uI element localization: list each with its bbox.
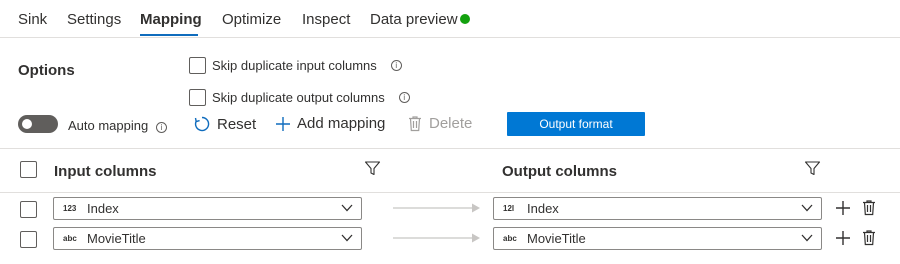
output-column-dropdown[interactable]: 12l Index [493, 197, 822, 220]
output-column-value: MovieTitle [527, 231, 586, 246]
divider [0, 192, 900, 193]
chevron-down-icon [341, 204, 353, 212]
skip-duplicate-output-label: Skip duplicate output columns [212, 90, 385, 105]
info-icon[interactable]: i [398, 92, 410, 103]
skip-duplicate-input-checkbox[interactable] [189, 57, 206, 74]
tab-mapping[interactable]: Mapping [140, 11, 202, 28]
options-title: Options [18, 62, 75, 79]
skip-duplicate-input-option[interactable]: Skip duplicate input columns i [189, 57, 402, 74]
mapping-arrow-icon [393, 233, 480, 243]
active-tab-indicator [140, 34, 198, 36]
row-checkbox[interactable] [20, 231, 37, 248]
input-columns-header: Input columns [54, 163, 157, 180]
plus-icon[interactable] [835, 230, 851, 246]
chevron-down-icon [341, 234, 353, 242]
output-column-dropdown[interactable]: abc MovieTitle [493, 227, 822, 250]
skip-duplicate-output-checkbox[interactable] [189, 89, 206, 106]
type-icon: 12l [503, 204, 515, 213]
auto-mapping-label: Auto mapping [68, 118, 149, 133]
type-icon: 123 [63, 204, 77, 213]
input-column-value: MovieTitle [87, 231, 146, 246]
tab-bar: Sink Settings Mapping Optimize Inspect D… [0, 0, 900, 38]
reset-label: Reset [217, 115, 257, 133]
tab-settings[interactable]: Settings [67, 11, 121, 28]
skip-duplicate-input-label: Skip duplicate input columns [212, 58, 377, 73]
tab-optimize[interactable]: Optimize [222, 11, 281, 28]
delete-button[interactable]: Delete [407, 115, 472, 132]
type-icon: abc [63, 234, 77, 243]
plus-icon[interactable] [835, 200, 851, 216]
status-dot-icon [460, 14, 470, 24]
input-column-value: Index [87, 201, 119, 216]
output-columns-header: Output columns [502, 163, 617, 180]
delete-label: Delete [429, 115, 473, 132]
tab-data-preview[interactable]: Data preview [370, 11, 458, 28]
output-format-button[interactable]: Output format [507, 112, 645, 136]
tab-sink[interactable]: Sink [18, 11, 47, 28]
trash-icon [409, 116, 421, 132]
chevron-down-icon [801, 204, 813, 212]
tab-inspect[interactable]: Inspect [302, 11, 350, 28]
select-all-checkbox[interactable] [20, 161, 37, 178]
filter-icon[interactable] [364, 160, 381, 177]
output-column-value: Index [527, 201, 559, 216]
filter-icon[interactable] [804, 160, 821, 177]
auto-mapping-label-group: Auto mapping i [68, 118, 167, 133]
info-icon[interactable]: i [390, 60, 402, 71]
add-mapping-label: Add mapping [297, 115, 386, 132]
toggle-knob [22, 119, 32, 129]
trash-icon[interactable] [861, 229, 877, 246]
info-icon[interactable]: i [155, 122, 167, 133]
auto-mapping-toggle[interactable] [18, 115, 58, 133]
skip-duplicate-output-option[interactable]: Skip duplicate output columns i [189, 89, 410, 106]
divider [0, 148, 900, 149]
mapping-arrow-icon [393, 203, 480, 213]
input-column-dropdown[interactable]: abc MovieTitle [53, 227, 362, 250]
chevron-down-icon [801, 234, 813, 242]
plus-icon [276, 116, 290, 131]
reset-button[interactable]: Reset [193, 115, 256, 133]
input-column-dropdown[interactable]: 123 Index [53, 197, 362, 220]
add-mapping-button[interactable]: Add mapping [275, 115, 385, 132]
type-icon: abc [503, 234, 517, 243]
refresh-icon [194, 116, 210, 132]
row-checkbox[interactable] [20, 201, 37, 218]
trash-icon[interactable] [861, 199, 877, 216]
